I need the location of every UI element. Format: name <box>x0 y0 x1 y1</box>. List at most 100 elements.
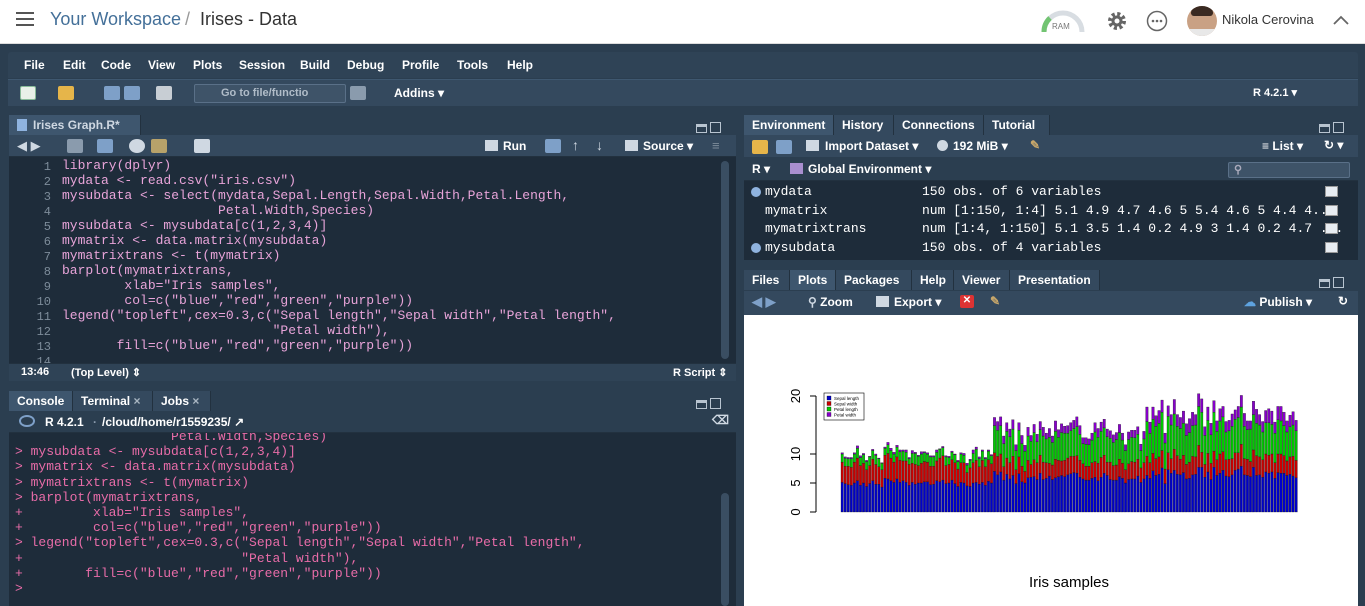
goto-placeholder: Go to file/functio <box>221 87 309 99</box>
language-selector[interactable]: R ▾ <box>752 162 770 176</box>
save-all-icon[interactable] <box>124 86 140 100</box>
publish-button[interactable]: ☁ Publish ▾ <box>1244 295 1312 309</box>
new-file-icon[interactable] <box>20 86 36 100</box>
workspace-link[interactable]: Your Workspace <box>50 9 181 30</box>
user-name[interactable]: Nikola Cerovina <box>1222 12 1314 27</box>
view-data-icon[interactable] <box>1325 186 1338 197</box>
chevron-up-icon[interactable] <box>1332 12 1350 30</box>
tab-presentation[interactable]: Presentation <box>1010 270 1100 290</box>
menu-build[interactable]: Build <box>300 58 330 72</box>
goto-file-input[interactable]: Go to file/functio <box>194 84 346 103</box>
avatar[interactable] <box>1187 6 1217 36</box>
menu-session[interactable]: Session <box>239 58 285 72</box>
scope-selector-env[interactable]: Global Environment ▾ <box>790 162 931 176</box>
editor-scrollbar[interactable] <box>721 161 729 359</box>
bar-segment <box>1221 416 1225 452</box>
view-data-icon[interactable] <box>1325 204 1338 216</box>
scope-selector[interactable]: (Top Level) ⇕ <box>71 366 141 379</box>
menu-view[interactable]: View <box>148 58 175 72</box>
expand-icon[interactable] <box>751 187 761 197</box>
code-area[interactable]: library(dplyr) mydata <- read.csv("iris.c… <box>62 157 722 363</box>
show-in-window-icon[interactable] <box>67 139 83 153</box>
save-file-icon[interactable] <box>97 139 113 153</box>
addins-menu[interactable]: Addins ▾ <box>394 86 444 100</box>
search-icon[interactable] <box>129 139 145 153</box>
menu-debug[interactable]: Debug <box>347 58 384 72</box>
tab-files[interactable]: Files <box>744 270 790 290</box>
grid-layout-icon[interactable] <box>350 86 366 100</box>
tab-terminal[interactable]: Terminal × <box>73 391 153 411</box>
broom-icon[interactable]: ✎ <box>1030 138 1040 152</box>
env-row[interactable]: mymatrixtrans num [1:4, 1:150] 5.1 3.5 1.… <box>744 219 1344 238</box>
export-button[interactable]: Export ▾ <box>876 295 941 309</box>
console-output[interactable]: Petal.Width,Species) > mysubdata <- mysub… <box>15 433 715 606</box>
outline-icon[interactable]: ≡ <box>712 138 720 153</box>
working-directory[interactable]: /cloud/home/r1559235/ ↗ <box>102 415 244 429</box>
tab-packages[interactable]: Packages <box>836 270 912 290</box>
rerun-icon[interactable] <box>545 139 561 153</box>
menu-plots[interactable]: Plots <box>193 58 222 72</box>
zoom-button[interactable]: ⚲ Zoom <box>808 295 853 309</box>
file-type-selector[interactable]: R Script ⇕ <box>673 366 727 379</box>
bar-segment <box>1069 422 1073 431</box>
save-workspace-icon[interactable] <box>776 140 792 154</box>
clear-plots-icon[interactable]: ✎ <box>990 294 1000 308</box>
console-scrollbar[interactable] <box>721 493 729 606</box>
env-row[interactable]: mysubdata 150 obs. of 4 variables <box>744 238 1344 257</box>
tab-connections[interactable]: Connections <box>894 115 984 135</box>
bar-segment <box>1041 435 1045 463</box>
tab-plots[interactable]: Plots <box>790 270 836 290</box>
view-data-icon[interactable] <box>1325 241 1338 253</box>
open-folder-icon[interactable] <box>58 86 74 100</box>
go-up-icon[interactable]: ↑ <box>572 137 579 153</box>
print-icon[interactable] <box>156 86 172 100</box>
clear-console-icon[interactable]: ⌫ <box>712 413 729 427</box>
load-workspace-icon[interactable] <box>752 140 768 154</box>
menu-code[interactable]: Code <box>101 58 131 72</box>
refresh-icon[interactable]: ↻ ▾ <box>1324 138 1343 152</box>
bar-segment <box>1023 471 1027 484</box>
tab-irises-graph[interactable]: Irises Graph.R* × <box>9 115 141 146</box>
tab-environment[interactable]: Environment <box>744 115 834 135</box>
plot-nav-icon[interactable]: ◀ ▶ <box>752 294 776 310</box>
refresh-plot-icon[interactable]: ↻ <box>1338 294 1348 308</box>
view-data-icon[interactable] <box>1325 223 1338 234</box>
menu-tools[interactable]: Tools <box>457 58 488 72</box>
hamburger-menu-icon[interactable] <box>16 12 34 26</box>
source-button[interactable]: Source ▾ <box>625 139 693 153</box>
menu-file[interactable]: File <box>24 58 45 72</box>
nav-back-forward-icon[interactable]: ◀ ▶ <box>17 138 41 154</box>
list-view-selector[interactable]: ≡ List ▾ <box>1262 139 1303 153</box>
bar-segment <box>990 482 993 513</box>
memory-usage[interactable]: 192 MiB ▾ <box>937 139 1008 153</box>
import-dataset-button[interactable]: Import Dataset ▾ <box>806 139 918 153</box>
tab-jobs[interactable]: Jobs × <box>153 391 211 411</box>
compile-report-icon[interactable] <box>194 139 210 153</box>
env-row[interactable]: mymatrix num [1:150, 1:4] 5.1 4.9 4.7 4.6… <box>744 201 1344 220</box>
tab-viewer[interactable]: Viewer <box>954 270 1010 290</box>
bar-segment <box>877 466 881 485</box>
env-search-input[interactable]: ⚲ <box>1228 162 1350 178</box>
expand-icon[interactable] <box>751 242 761 253</box>
env-row[interactable]: mydata 150 obs. of 6 variables <box>744 182 1344 201</box>
remove-plot-icon[interactable]: ✕ <box>960 295 974 308</box>
save-icon[interactable] <box>104 86 120 100</box>
magic-wand-icon[interactable] <box>151 139 167 153</box>
more-options-icon[interactable] <box>1146 10 1168 32</box>
menu-help[interactable]: Help <box>507 58 533 72</box>
tab-history[interactable]: History <box>834 115 894 135</box>
tab-tutorial[interactable]: Tutorial <box>984 115 1050 135</box>
ram-gauge-icon[interactable]: RAM <box>1040 8 1086 34</box>
menu-profile[interactable]: Profile <box>402 58 439 72</box>
run-button[interactable]: Run <box>485 139 526 153</box>
gear-icon[interactable] <box>1105 9 1129 33</box>
tab-console[interactable]: Console <box>9 391 73 411</box>
line-number: 10 <box>36 295 51 309</box>
bar-segment <box>1276 472 1280 513</box>
menu-edit[interactable]: Edit <box>63 58 86 72</box>
tab-help[interactable]: Help <box>912 270 954 290</box>
r-version-menu[interactable]: R 4.2.1 ▾ <box>1253 86 1297 99</box>
bar-segment <box>913 453 917 465</box>
go-down-icon[interactable]: ↓ <box>596 137 603 153</box>
plots-pane: Files Plots Packages Help Viewer Present… <box>744 268 1358 606</box>
